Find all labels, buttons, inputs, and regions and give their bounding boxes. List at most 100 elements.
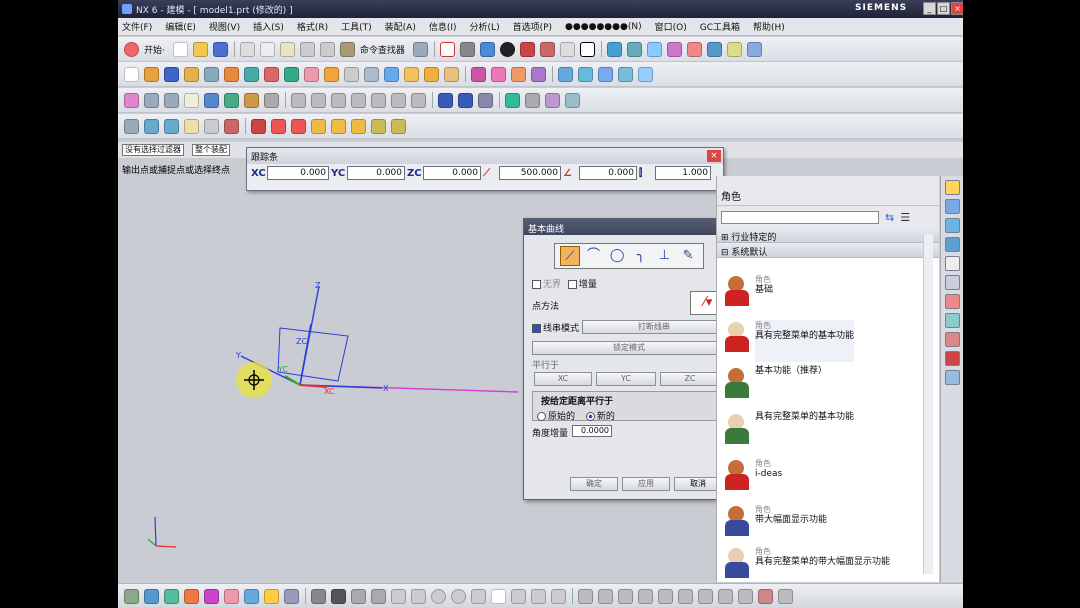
bottom-tool-icon[interactable] — [244, 588, 259, 604]
close-button[interactable]: × — [951, 2, 963, 15]
ellipse-icon[interactable] — [391, 92, 406, 108]
clearance-icon[interactable] — [264, 92, 279, 108]
edit-parameters-icon[interactable] — [144, 118, 159, 134]
wcs-orient-icon[interactable] — [626, 41, 642, 57]
revolve-icon[interactable] — [164, 66, 179, 82]
circle-icon[interactable] — [331, 92, 346, 108]
layer-icon[interactable] — [519, 41, 535, 57]
menu-format[interactable]: 格式(R) — [297, 20, 328, 33]
bottom-tool-icon[interactable] — [598, 588, 613, 604]
pattern-icon[interactable] — [384, 66, 399, 82]
fillet-curve-icon[interactable] — [311, 118, 326, 134]
menu-tools[interactable]: 工具(T) — [341, 20, 372, 33]
bottom-tool-icon[interactable] — [264, 588, 279, 604]
hide-icon[interactable] — [559, 41, 575, 57]
role-item[interactable]: 角色 i-deas — [723, 458, 923, 500]
bottom-tool-icon[interactable] — [371, 588, 386, 604]
infinite-option[interactable]: 无界 增量 — [532, 277, 597, 290]
menu-assemblies[interactable]: 装配(A) — [385, 20, 416, 33]
angle-increment-field[interactable]: 0.0000 — [572, 425, 612, 437]
boss-icon[interactable] — [224, 66, 239, 82]
line-type-icon[interactable]: ⟋ — [559, 246, 580, 266]
resource-roles-icon[interactable] — [945, 332, 960, 347]
bottom-tool-icon[interactable] — [284, 588, 299, 604]
menu-edit[interactable]: 编辑(E) — [165, 20, 196, 33]
bottom-tool-icon[interactable] — [678, 588, 693, 604]
wcs-icon[interactable] — [606, 41, 622, 57]
xc-field[interactable]: 0.000 — [267, 166, 329, 180]
curve-length-icon[interactable] — [565, 92, 580, 108]
offset-field[interactable]: 1.000 — [655, 166, 711, 180]
redo-icon[interactable] — [319, 41, 335, 57]
smooth-spline-icon[interactable] — [391, 118, 406, 134]
resource-process-studio-icon[interactable] — [945, 294, 960, 309]
menu-unknown[interactable]: ●●●●●●●●(N) — [565, 22, 642, 32]
new-radio[interactable] — [585, 412, 595, 421]
infinite-checkbox[interactable] — [532, 280, 541, 289]
bottom-tool-icon[interactable] — [351, 588, 366, 604]
intersection-curve-icon[interactable] — [505, 92, 520, 108]
role-item[interactable]: 角色 带大幅面显示功能 — [723, 504, 923, 546]
bottom-tool-icon[interactable] — [698, 588, 713, 604]
angle-field[interactable]: 0.000 — [579, 166, 637, 180]
menu-information[interactable]: 信息(I) — [429, 20, 457, 33]
bottom-tool-icon[interactable] — [778, 588, 793, 604]
bottom-spline-icon[interactable] — [531, 588, 546, 604]
yc-field[interactable]: 0.000 — [347, 166, 405, 180]
move-component-icon[interactable] — [184, 92, 199, 108]
maximize-button[interactable]: □ — [937, 2, 950, 15]
resource-constraint-navigator-icon[interactable] — [945, 218, 960, 233]
copy-icon[interactable] — [259, 41, 275, 57]
start-menu-button[interactable]: 开始· — [144, 43, 165, 56]
bottom-tool-icon[interactable] — [144, 588, 159, 604]
resource-manufacturing-wizard-icon[interactable] — [945, 313, 960, 328]
bottom-rectangle-icon[interactable] — [491, 588, 506, 604]
role-item[interactable]: 基本功能（推荐） — [723, 366, 923, 408]
cancel-button[interactable]: 取消 — [674, 477, 722, 491]
break-string-button[interactable]: 打断线串 — [582, 320, 726, 334]
extrude-icon[interactable] — [144, 66, 159, 82]
studio-surface-icon[interactable] — [598, 66, 613, 82]
bottom-tool-icon[interactable] — [578, 588, 593, 604]
pocket-icon[interactable] — [244, 66, 259, 82]
trim-type-icon[interactable]: ⊥ — [654, 246, 674, 266]
offset-surface-icon[interactable] — [618, 66, 633, 82]
stretch-curve-icon[interactable] — [331, 118, 346, 134]
roles-filter-dropdown[interactable] — [721, 210, 879, 224]
snap-icon[interactable] — [646, 41, 662, 57]
trackbar-close-button[interactable]: × — [707, 150, 721, 162]
point-icon[interactable] — [686, 41, 702, 57]
combined-curve-icon[interactable] — [478, 92, 493, 108]
minimize-button[interactable]: _ — [923, 2, 936, 15]
bottom-tool-icon[interactable] — [204, 588, 219, 604]
subtract-icon[interactable] — [491, 66, 506, 82]
thicken-icon[interactable] — [638, 66, 653, 82]
unite-icon[interactable] — [471, 66, 486, 82]
parallel-xc-button[interactable]: XC — [534, 372, 592, 386]
arc-icon[interactable] — [311, 92, 326, 108]
suppress-icon[interactable] — [224, 118, 239, 134]
parallel-yc-button[interactable]: YC — [596, 372, 656, 386]
menu-preferences[interactable]: 首选项(P) — [513, 20, 552, 33]
bottom-tool-icon[interactable] — [184, 588, 199, 604]
bottom-profile-icon[interactable] — [391, 588, 406, 604]
resource-system-scene-icon[interactable] — [945, 351, 960, 366]
bottom-tool-icon[interactable] — [758, 588, 773, 604]
resource-assembly-navigator-icon[interactable] — [945, 180, 960, 195]
resource-system-materials-icon[interactable] — [945, 275, 960, 290]
command-finder-button[interactable]: 命令查找器 — [360, 43, 405, 56]
fillet-type-icon[interactable]: ╮ — [631, 246, 651, 266]
length-field[interactable]: 500.000 — [499, 166, 561, 180]
trim-icon[interactable] — [424, 66, 439, 82]
string-mode-checkbox[interactable] — [532, 324, 541, 333]
resource-part-navigator-icon[interactable] — [945, 199, 960, 214]
menu-insert[interactable]: 插入(S) — [253, 20, 284, 33]
menu-file[interactable]: 文件(F) — [122, 20, 152, 33]
offset-curve-icon[interactable] — [438, 92, 453, 108]
command-finder-icon[interactable] — [339, 41, 355, 57]
bottom-tool-icon[interactable] — [224, 588, 239, 604]
role-item[interactable]: 角色 具有完整菜单的基本功能 — [723, 320, 923, 362]
bottom-fillet-icon[interactable] — [471, 588, 486, 604]
split-icon[interactable] — [444, 66, 459, 82]
sketch-icon[interactable] — [124, 66, 139, 82]
